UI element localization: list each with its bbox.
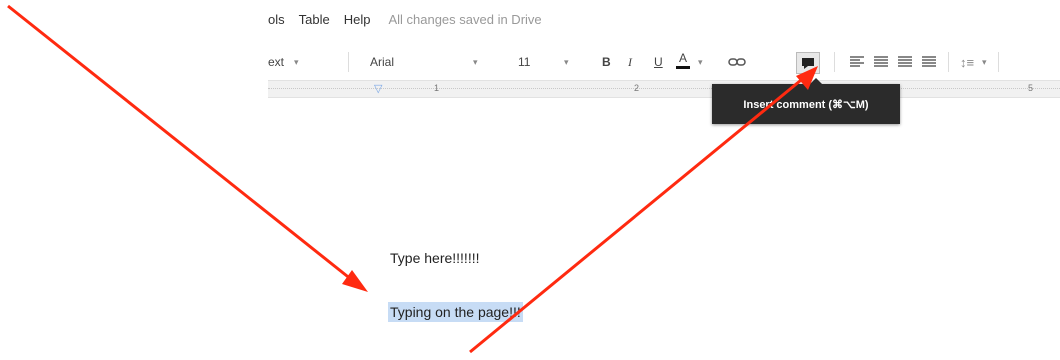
arrow-to-comment-button-icon [469,66,818,354]
annotation-arrows [7,4,818,354]
arrow-to-text-icon [7,4,368,292]
